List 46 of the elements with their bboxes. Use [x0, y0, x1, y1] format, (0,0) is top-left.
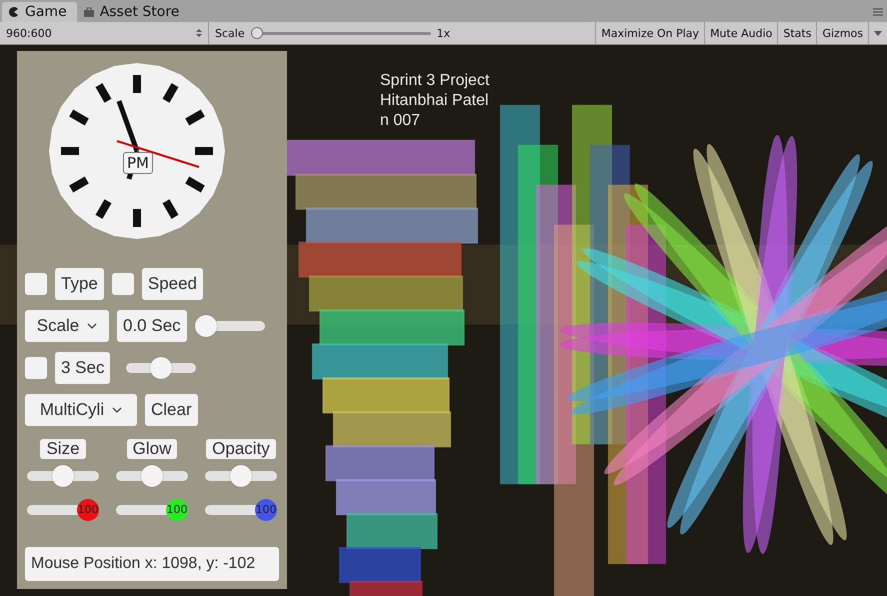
- slider[interactable]: [116, 465, 188, 487]
- pacman-icon: [8, 6, 20, 18]
- scale-value: 1x: [436, 26, 450, 40]
- slider-label: Size: [40, 439, 86, 459]
- chevron-icon: [87, 323, 98, 329]
- clear-button[interactable]: Clear: [145, 394, 198, 426]
- tab[interactable]: Game: [2, 2, 77, 22]
- slider-handle[interactable]: [141, 465, 163, 487]
- toggle-label[interactable]: 3 Sec: [55, 352, 110, 384]
- slider-handle[interactable]: [194, 315, 217, 337]
- slider-handle[interactable]: 100: [77, 499, 99, 521]
- menu-icon[interactable]: [873, 8, 883, 16]
- scale-label: Scale: [215, 26, 245, 40]
- clock-label: PM: [123, 152, 153, 174]
- slider[interactable]: [126, 357, 196, 379]
- slider[interactable]: [27, 465, 99, 487]
- slider-handle[interactable]: [150, 357, 172, 379]
- slider-handle[interactable]: 100: [166, 499, 188, 521]
- slider-handle[interactable]: [52, 465, 74, 487]
- stepper-icon: [196, 28, 202, 38]
- checkbox[interactable]: [112, 273, 134, 295]
- overlay-text: Hitanbhai Patel: [380, 91, 489, 111]
- slider[interactable]: [205, 465, 277, 487]
- checkbox[interactable]: [25, 273, 47, 295]
- overlay-text: Sprint 3 Project: [380, 71, 490, 91]
- slider-handle[interactable]: [250, 27, 263, 39]
- slider[interactable]: 100: [27, 499, 99, 521]
- dropdown[interactable]: Scale: [25, 310, 109, 342]
- resolution-dropdown[interactable]: 960:600: [0, 22, 209, 44]
- toggle-label[interactable]: Type: [55, 268, 104, 300]
- checkbox[interactable]: [25, 357, 47, 379]
- slider-label: Opacity: [206, 439, 276, 459]
- slider[interactable]: [250, 27, 431, 39]
- slider[interactable]: [194, 315, 265, 337]
- toggle-label[interactable]: Speed: [142, 268, 204, 300]
- mouse-position-text: Mouse Position x: 1098, y: -102: [25, 547, 279, 581]
- bag-icon: [82, 6, 95, 18]
- tab[interactable]: Asset Store: [76, 2, 190, 22]
- slider-label: Glow: [126, 439, 178, 459]
- chevron-icon: [112, 407, 122, 413]
- slider-handle[interactable]: [230, 465, 252, 487]
- time-button[interactable]: 0.0 Sec: [117, 310, 187, 342]
- caret-icon: [874, 30, 882, 36]
- overlay-text: n 007: [380, 111, 420, 131]
- slider[interactable]: 100: [116, 499, 188, 521]
- dropdown[interactable]: MultiCyli: [25, 394, 137, 426]
